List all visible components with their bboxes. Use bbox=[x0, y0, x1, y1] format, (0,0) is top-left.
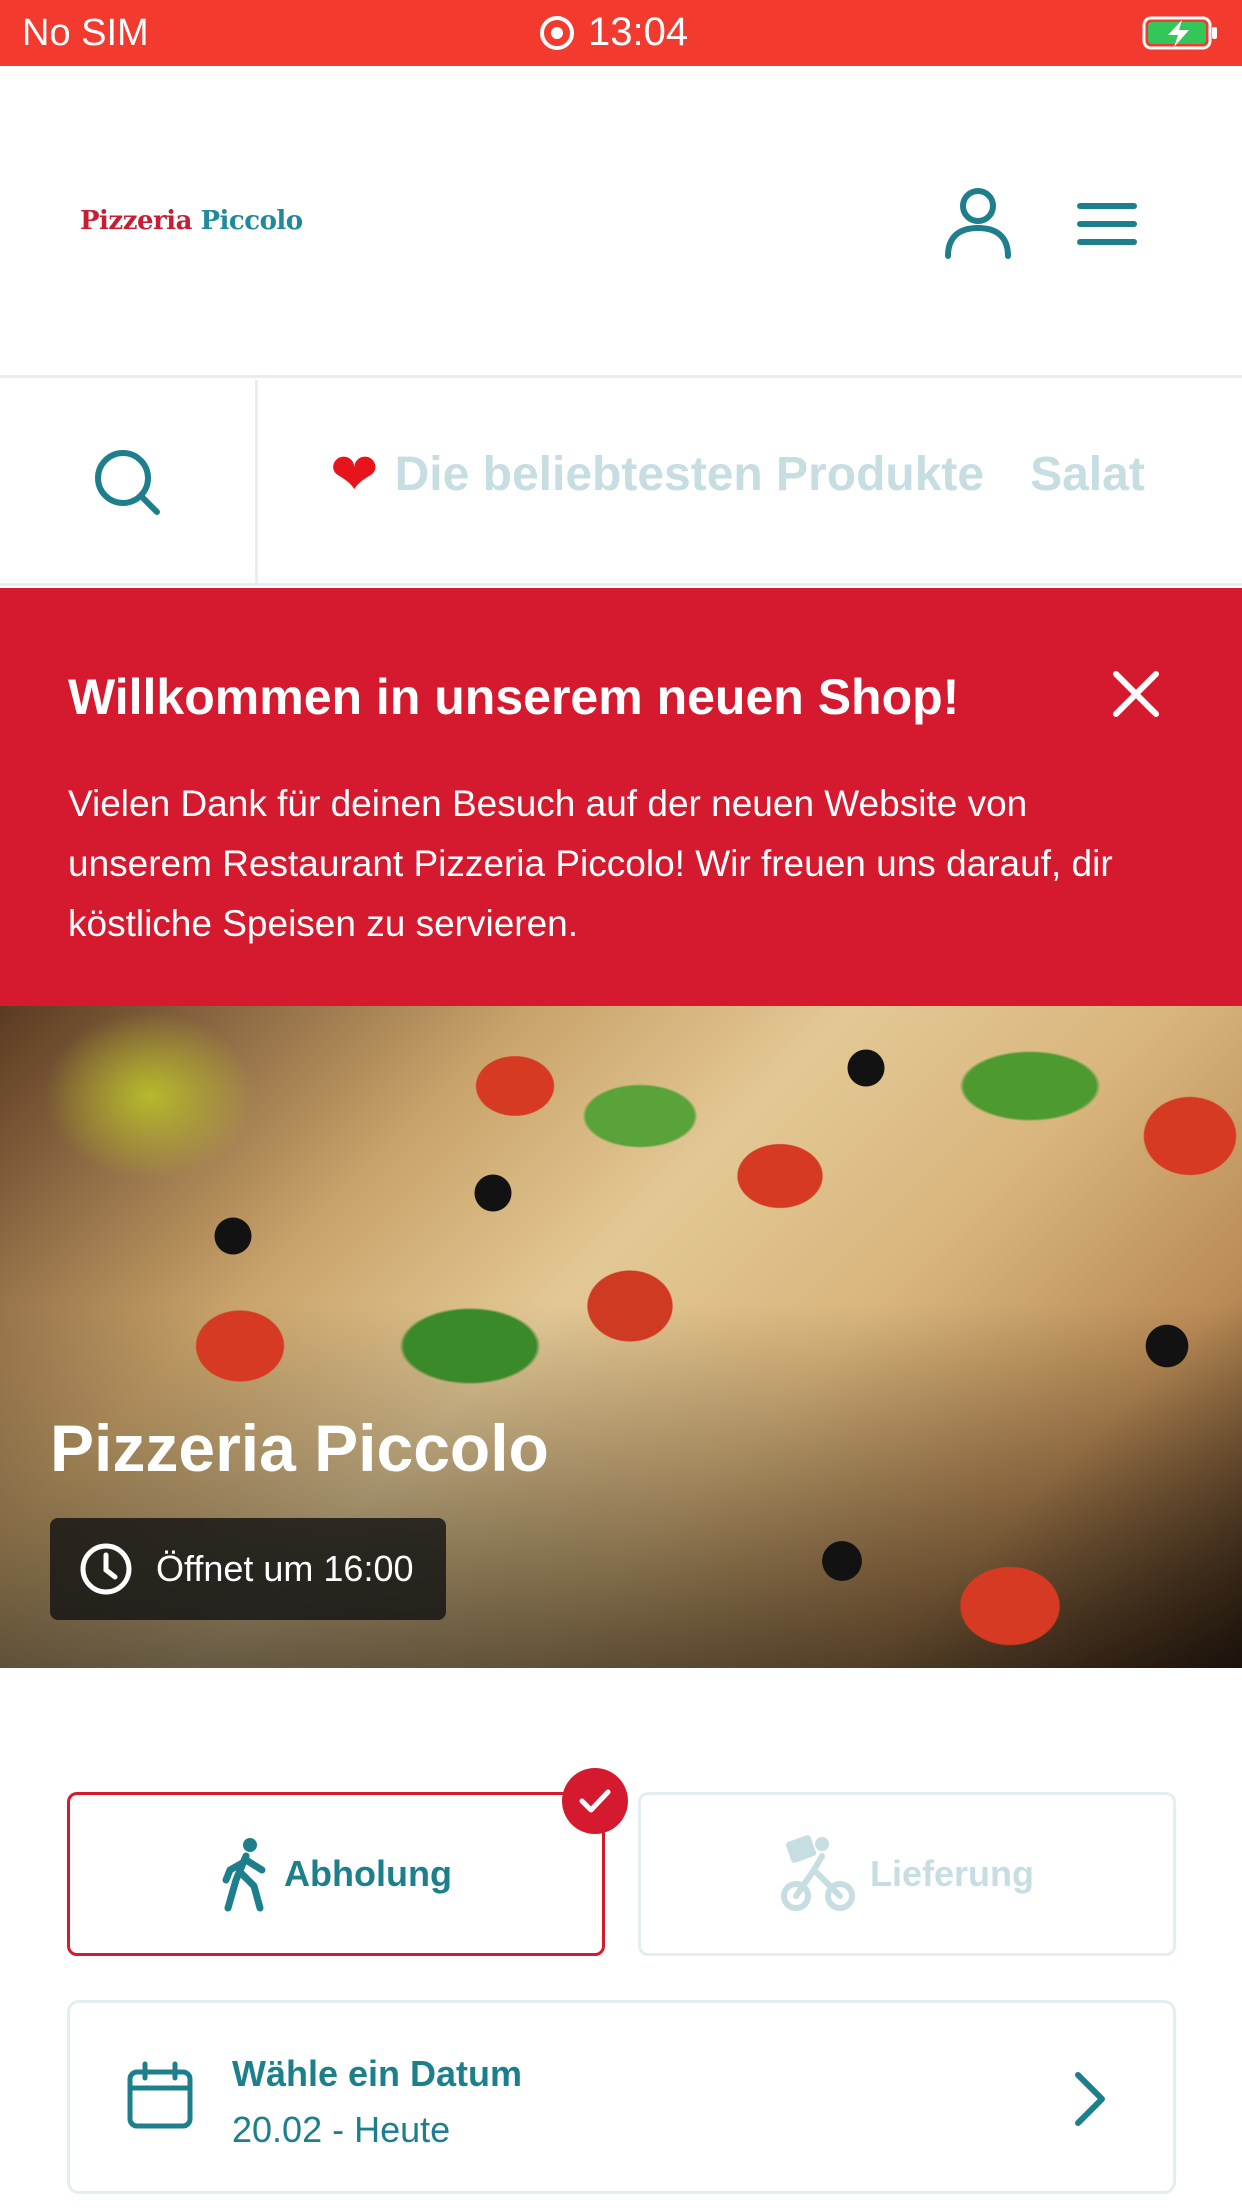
welcome-banner: Willkommen in unserem neuen Shop! Vielen… bbox=[0, 588, 1242, 1006]
chevron-right-icon bbox=[1075, 2072, 1105, 2126]
close-icon[interactable] bbox=[1110, 668, 1162, 720]
logo-word-pizzeria: Pizzeria bbox=[80, 206, 192, 236]
pickup-option[interactable]: Abholung bbox=[67, 1792, 605, 1956]
restaurant-name: Pizzeria Piccolo bbox=[50, 1411, 549, 1485]
category-bar: ❤ Die beliebtesten Produkte Salat bbox=[0, 380, 1242, 586]
opening-hours-text: Öffnet um 16:00 bbox=[156, 1548, 414, 1589]
banner-text: Vielen Dank für deinen Besuch auf der ne… bbox=[68, 783, 1113, 944]
pickup-label: Abholung bbox=[284, 1853, 452, 1894]
opening-hours-badge: Öffnet um 16:00 bbox=[50, 1518, 446, 1620]
category-popular[interactable]: ❤ Die beliebtesten Produkte bbox=[330, 440, 984, 508]
category-label: Salat bbox=[1030, 447, 1145, 501]
date-picker[interactable]: Wähle ein Datum 20.02 - Heute bbox=[67, 2000, 1176, 2194]
walking-icon bbox=[222, 1838, 266, 1912]
status-center: 13:04 bbox=[540, 10, 688, 55]
delivery-option[interactable]: Lieferung bbox=[638, 1792, 1176, 1956]
calendar-icon bbox=[127, 2061, 193, 2129]
delivery-label: Lieferung bbox=[869, 1853, 1034, 1894]
screen-record-icon bbox=[540, 15, 574, 50]
status-time: 13:04 bbox=[588, 10, 689, 54]
logo-word-piccolo: Piccolo bbox=[200, 206, 303, 236]
carrier-label: No SIM bbox=[22, 12, 149, 54]
search-button[interactable] bbox=[0, 380, 258, 583]
clock-icon bbox=[80, 1543, 132, 1595]
date-picker-value: 20.02 - Heute bbox=[232, 2109, 451, 2150]
banner-title: Willkommen in unserem neuen Shop! bbox=[68, 669, 960, 725]
search-icon bbox=[94, 450, 160, 515]
category-list: ❤ Die beliebtesten Produkte Salat bbox=[330, 440, 1191, 508]
hamburger-menu-icon[interactable] bbox=[1074, 194, 1140, 254]
bike-delivery-icon bbox=[780, 1835, 855, 1911]
logo[interactable]: Pizzeria Piccolo bbox=[80, 206, 303, 236]
hero-image: Pizzeria Piccolo Öffnet um 16:00 bbox=[0, 1006, 1242, 1668]
status-bar: No SIM 13:04 bbox=[0, 0, 1242, 66]
user-icon[interactable] bbox=[940, 184, 1016, 260]
heart-icon: ❤ bbox=[330, 442, 379, 507]
category-salat[interactable]: Salat bbox=[1030, 447, 1145, 502]
selected-check-icon bbox=[562, 1768, 628, 1834]
date-picker-title: Wähle ein Datum bbox=[232, 2053, 523, 2094]
battery-charging-icon bbox=[1142, 16, 1217, 50]
app-header: Pizzeria Piccolo bbox=[0, 66, 1242, 378]
category-label: Die beliebtesten Produkte bbox=[394, 447, 985, 501]
